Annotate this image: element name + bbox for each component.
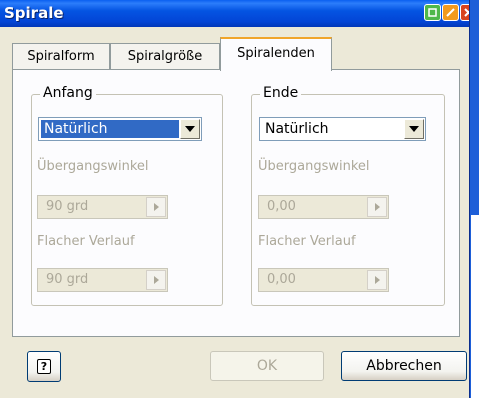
end-flat-run-input: 0,00 — [258, 268, 389, 292]
start-flat-run-stepper — [146, 270, 166, 290]
end-transition-angle-label: Übergangswinkel — [258, 159, 370, 174]
dropdown-arrow-button[interactable] — [404, 119, 424, 139]
tab-spiralform[interactable]: Spiralform — [12, 43, 110, 69]
end-flat-run-label: Flacher Verlauf — [258, 234, 356, 249]
end-flat-run-stepper — [367, 270, 387, 290]
end-transition-angle-value: 0,00 — [267, 199, 296, 214]
window-title: Spirale — [4, 4, 64, 22]
start-transition-angle-label: Übergangswinkel — [37, 159, 149, 174]
edit-icon — [446, 8, 455, 17]
tab-spiralgroesse[interactable]: Spiralgröße — [110, 43, 220, 69]
pin-icon — [428, 8, 437, 17]
arrow-right-icon — [153, 276, 159, 284]
arrow-right-icon — [153, 203, 159, 211]
start-transition-angle-input: 90 grd — [37, 195, 168, 219]
dropdown-arrow-button[interactable] — [180, 119, 200, 139]
end-type-value: Natürlich — [265, 121, 329, 137]
end-flat-run-value: 0,00 — [267, 272, 296, 287]
help-button[interactable]: ? — [27, 351, 61, 382]
end-transition-angle-input: 0,00 — [258, 195, 389, 219]
start-flat-run-label: Flacher Verlauf — [37, 234, 135, 249]
spirale-dialog: Spirale Spiralform Spiralgröße Spiralend… — [0, 0, 479, 398]
end-group-legend: Ende — [260, 85, 302, 101]
start-transition-angle-stepper — [146, 197, 166, 217]
help-icon: ? — [37, 359, 51, 374]
chevron-down-icon — [409, 126, 419, 132]
start-type-value: Natürlich — [41, 120, 179, 138]
background-window-pane — [471, 215, 479, 398]
arrow-right-icon — [374, 276, 380, 284]
titlebar: Spirale — [0, 0, 479, 27]
arrow-right-icon — [374, 203, 380, 211]
cancel-button[interactable]: Abbrechen — [341, 351, 467, 381]
start-flat-run-input: 90 grd — [37, 268, 168, 292]
ok-button[interactable]: OK — [210, 351, 324, 381]
tab-spiralenden[interactable]: Spiralenden — [220, 37, 332, 71]
start-flat-run-value: 90 grd — [46, 272, 89, 287]
chevron-down-icon — [185, 126, 195, 132]
context-help-button[interactable] — [442, 4, 459, 21]
start-transition-angle-value: 90 grd — [46, 199, 89, 214]
start-group-legend: Anfang — [40, 85, 96, 101]
help-mode-button[interactable] — [424, 4, 441, 21]
end-transition-angle-stepper — [367, 197, 387, 217]
end-type-dropdown[interactable]: Natürlich — [259, 117, 426, 141]
start-type-dropdown[interactable]: Natürlich — [38, 117, 202, 141]
